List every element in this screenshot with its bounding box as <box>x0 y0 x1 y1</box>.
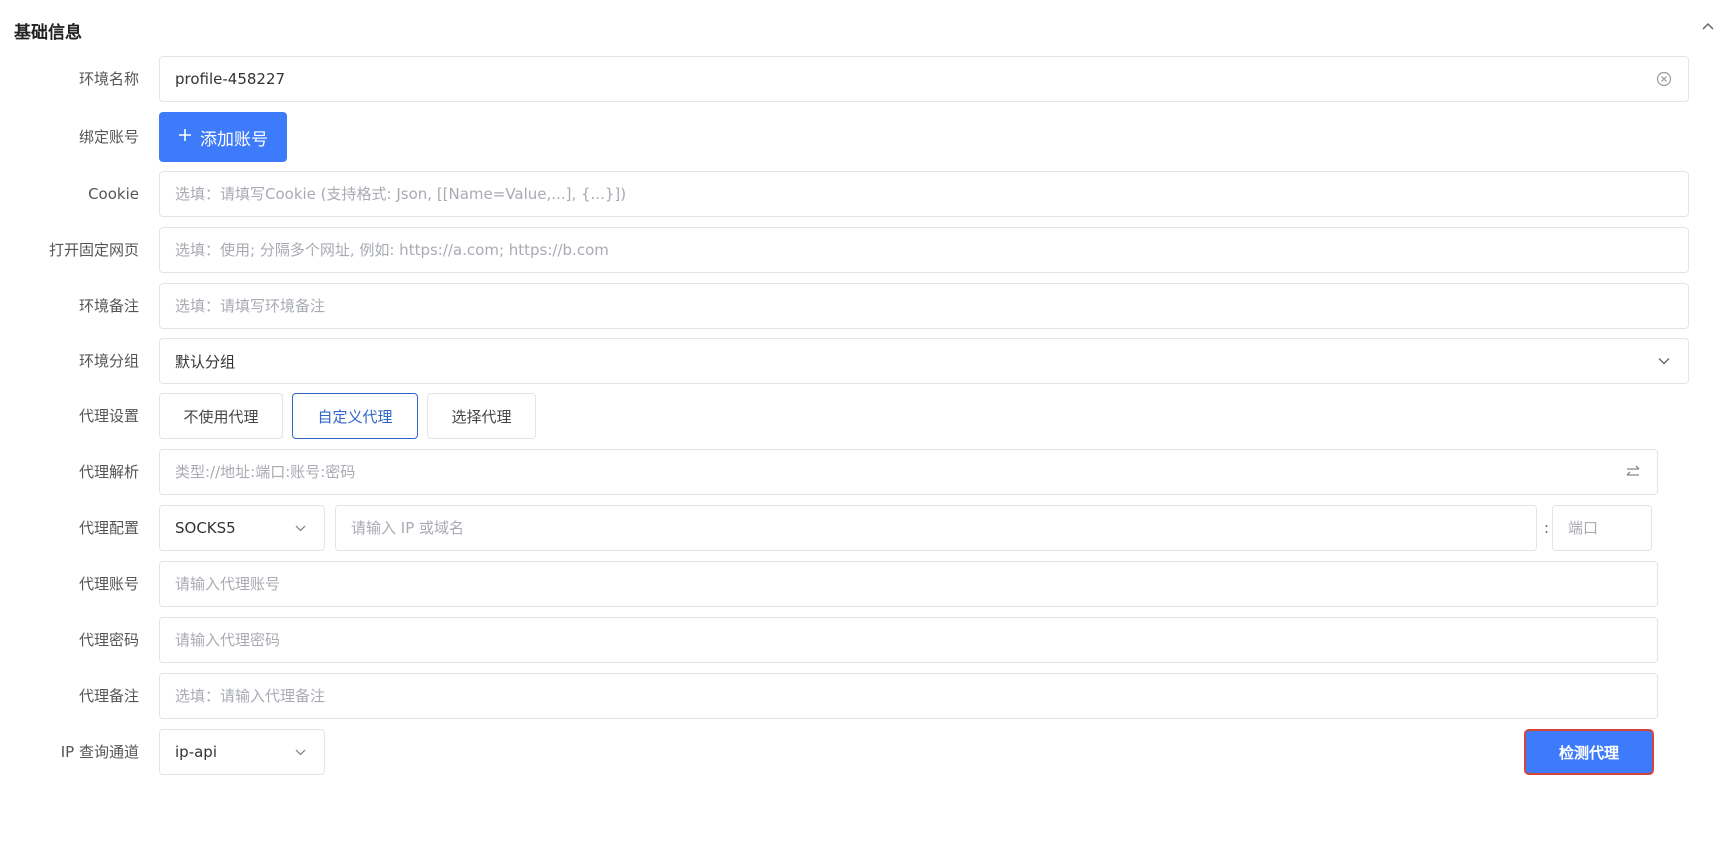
proxy-type-select[interactable]: SOCKS5 <box>159 505 325 551</box>
fixed-page-label: 打开固定网页 <box>48 241 139 259</box>
plus-icon <box>178 127 192 147</box>
chevron-up-icon[interactable] <box>1700 18 1716 34</box>
env-group-value: 默认分组 <box>175 352 236 371</box>
env-name-label: 环境名称 <box>78 70 139 88</box>
select-proxy-option[interactable]: 选择代理 <box>427 393 536 439</box>
cookie-field[interactable] <box>159 171 1689 217</box>
fixed-page-input[interactable] <box>175 241 1673 259</box>
check-proxy-button[interactable]: 检测代理 <box>1524 729 1654 775</box>
env-group-label: 环境分组 <box>78 352 139 370</box>
chevron-down-icon <box>291 519 309 537</box>
env-name-field[interactable]: profile-458227 <box>159 56 1689 102</box>
clear-icon[interactable] <box>1655 70 1673 88</box>
chevron-down-icon <box>291 743 309 761</box>
proxy-remark-field[interactable] <box>159 673 1658 719</box>
add-account-label: 添加账号 <box>200 129 268 150</box>
cookie-input[interactable] <box>175 185 1673 203</box>
env-remark-input[interactable] <box>175 297 1673 315</box>
ip-channel-value: ip-api <box>175 743 217 761</box>
bind-account-label: 绑定账号 <box>78 128 139 146</box>
proxy-port-field[interactable] <box>1552 505 1652 551</box>
proxy-host-field[interactable] <box>335 505 1537 551</box>
proxy-setting-label: 代理设置 <box>78 407 139 425</box>
env-group-select[interactable]: 默认分组 <box>159 338 1689 384</box>
env-remark-field[interactable] <box>159 283 1689 329</box>
host-port-colon: : <box>1544 519 1550 537</box>
proxy-host-input[interactable] <box>351 519 1521 537</box>
add-account-button[interactable]: 添加账号 <box>159 112 287 162</box>
no-proxy-option[interactable]: 不使用代理 <box>159 393 283 439</box>
ip-channel-select[interactable]: ip-api <box>159 729 325 775</box>
proxy-password-label: 代理密码 <box>78 631 139 649</box>
proxy-account-input[interactable] <box>175 575 1642 593</box>
proxy-password-field[interactable] <box>159 617 1658 663</box>
env-remark-label: 环境备注 <box>78 297 139 315</box>
proxy-parse-label: 代理解析 <box>78 463 139 481</box>
proxy-account-label: 代理账号 <box>78 575 139 593</box>
proxy-password-input[interactable] <box>175 631 1642 649</box>
proxy-type-value: SOCKS5 <box>175 519 236 537</box>
proxy-remark-label: 代理备注 <box>78 687 139 705</box>
proxy-parse-field[interactable] <box>159 449 1658 495</box>
chevron-down-icon <box>1655 352 1673 370</box>
swap-icon[interactable] <box>1624 463 1642 481</box>
custom-proxy-option[interactable]: 自定义代理 <box>292 393 418 439</box>
ip-channel-label: IP 查询通道 <box>60 743 139 761</box>
section-title: 基础信息 <box>14 23 82 43</box>
proxy-port-input[interactable] <box>1568 519 1636 537</box>
cookie-label: Cookie <box>88 185 139 203</box>
proxy-remark-input[interactable] <box>175 687 1642 705</box>
fixed-page-field[interactable] <box>159 227 1689 273</box>
proxy-config-label: 代理配置 <box>78 519 139 537</box>
proxy-parse-input[interactable] <box>175 463 1625 481</box>
env-name-value[interactable]: profile-458227 <box>175 70 1655 88</box>
proxy-account-field[interactable] <box>159 561 1658 607</box>
